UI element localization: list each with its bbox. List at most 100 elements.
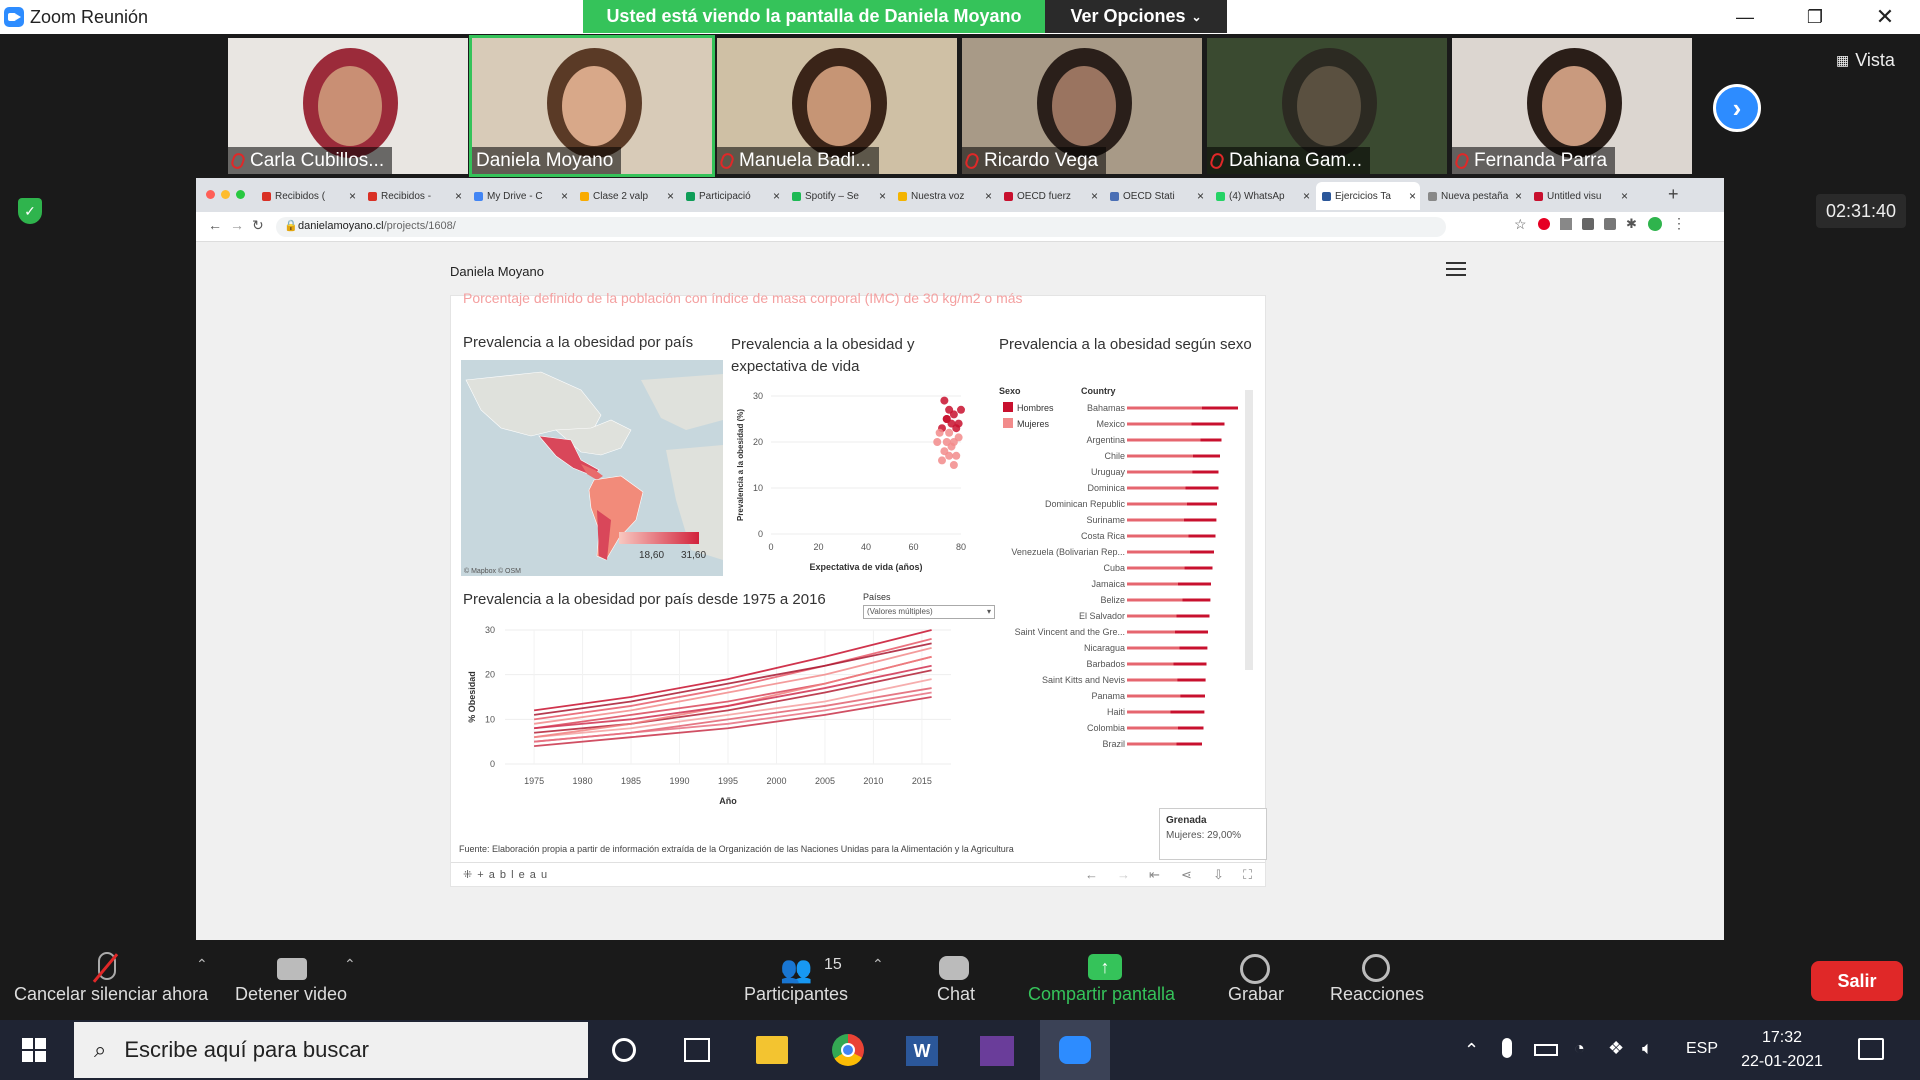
browser-tab[interactable]: Recibidos - × xyxy=(362,182,466,210)
tab-close-icon[interactable]: × xyxy=(455,189,462,203)
tab-close-icon[interactable]: × xyxy=(1515,189,1522,203)
view-button[interactable]: ▦ Vista xyxy=(1836,50,1895,71)
scatter-point[interactable] xyxy=(945,451,954,460)
record-button[interactable]: Grabar xyxy=(1228,950,1284,1005)
scatter-point[interactable] xyxy=(945,428,954,437)
browser-tab[interactable]: Ejercicios Ta × xyxy=(1316,182,1420,210)
line-series[interactable] xyxy=(533,655,932,739)
scrollbar[interactable] xyxy=(1245,390,1253,670)
wifi-icon[interactable]: ◔ xyxy=(1574,1038,1585,1059)
browser-tab[interactable]: (4) WhatsAp × xyxy=(1210,182,1314,210)
stop-video-button[interactable]: Detener video xyxy=(235,950,347,1005)
mail-extension-icon[interactable] xyxy=(1604,218,1616,230)
tab-close-icon[interactable]: × xyxy=(1091,189,1098,203)
scatter-point[interactable] xyxy=(940,396,949,405)
browser-tab[interactable]: Nueva pestaña × xyxy=(1422,182,1526,210)
tab-close-icon[interactable]: × xyxy=(1197,189,1204,203)
download-icon[interactable]: ⇩ xyxy=(1213,867,1224,883)
tab-close-icon[interactable]: × xyxy=(1303,189,1310,203)
browser-tab[interactable]: Participació × xyxy=(680,182,784,210)
scatter-point[interactable] xyxy=(954,419,963,428)
scatter-point[interactable] xyxy=(933,438,942,446)
browser-tab[interactable]: Clase 2 valp × xyxy=(574,182,678,210)
participant-tile[interactable]: Daniela Moyano xyxy=(469,35,715,177)
zoom-taskbar-button[interactable] xyxy=(1040,1020,1110,1080)
pinterest-extension-icon[interactable] xyxy=(1538,218,1550,230)
tab-close-icon[interactable]: × xyxy=(879,189,886,203)
volume-icon[interactable]: 🔈︎ xyxy=(1642,1038,1653,1059)
fullscreen-icon[interactable]: ⛶ xyxy=(1243,867,1252,883)
participants-button[interactable]: 👥 15 Participantes xyxy=(744,950,848,1005)
tab-close-icon[interactable]: × xyxy=(561,189,568,203)
tab-close-icon[interactable]: × xyxy=(773,189,780,203)
file-explorer-icon[interactable] xyxy=(756,1036,788,1064)
tab-close-icon[interactable]: × xyxy=(667,189,674,203)
extension-icon[interactable] xyxy=(1582,218,1594,230)
participant-tile[interactable]: Ricardo Vega xyxy=(962,38,1202,174)
chrome-icon[interactable] xyxy=(832,1034,864,1066)
microphone-tray-icon[interactable] xyxy=(1502,1038,1512,1058)
notifications-icon[interactable] xyxy=(1858,1038,1884,1060)
minimize-button[interactable]: — xyxy=(1710,0,1780,34)
revert-icon[interactable]: ⇤ xyxy=(1149,867,1160,883)
close-button[interactable]: ✕ xyxy=(1850,0,1920,34)
word-icon[interactable]: W xyxy=(906,1036,938,1066)
dropbox-icon[interactable]: ❖ xyxy=(1608,1038,1624,1059)
scatter-point[interactable] xyxy=(957,405,965,414)
scatter-point[interactable] xyxy=(938,456,946,465)
site-owner-name[interactable]: Daniela Moyano xyxy=(450,264,544,279)
browser-tab[interactable]: OECD fuerz × xyxy=(998,182,1102,210)
tab-close-icon[interactable]: × xyxy=(1621,189,1628,203)
participant-tile[interactable]: Carla Cubillos... xyxy=(228,38,468,174)
share-icon[interactable]: ⋖ xyxy=(1181,867,1192,883)
scatter-point[interactable] xyxy=(952,451,961,460)
scatter-point[interactable] xyxy=(935,428,944,437)
cortana-icon[interactable] xyxy=(612,1038,636,1062)
share-screen-button[interactable]: ↑ Compartir pantalla xyxy=(1028,950,1175,1005)
tab-close-icon[interactable]: × xyxy=(985,189,992,203)
restore-button[interactable]: ❐ xyxy=(1780,0,1850,34)
mac-close-dot[interactable] xyxy=(206,190,215,199)
browser-tab[interactable]: Nuestra voz × xyxy=(892,182,996,210)
scatter-chart[interactable]: 0 10 20 30 0 20 40 60 80 Expectativa de vida (año… xyxy=(731,384,971,574)
sex-bar-chart[interactable]: Sexo Country Hombres Mujeres Bahamas Mexico Ar… xyxy=(997,382,1263,752)
chevron-up-icon[interactable]: ⌃ xyxy=(1464,1040,1479,1061)
hamburger-menu-icon[interactable] xyxy=(1446,260,1466,276)
puzzle-icon[interactable]: ✱ xyxy=(1626,216,1637,232)
scatter-point[interactable] xyxy=(942,415,951,423)
forward-arrow-icon[interactable]: → xyxy=(230,217,244,233)
tab-close-icon[interactable]: × xyxy=(1409,189,1416,203)
chevron-up-icon[interactable]: ⌃ xyxy=(872,956,884,973)
line-chart[interactable]: 0 10 20 30 1975 1980 1985 1990 1995 2000 2005 2010 2… xyxy=(461,614,981,814)
chevron-up-icon[interactable]: ⌃ xyxy=(344,956,356,973)
browser-tab[interactable]: My Drive - C × xyxy=(468,182,572,210)
encryption-shield-icon[interactable]: ✓ xyxy=(18,198,42,224)
chat-button[interactable]: Chat xyxy=(937,950,975,1005)
leave-meeting-button[interactable]: Salir xyxy=(1811,961,1903,1001)
tableau-logo[interactable]: ⁜ + a b l e a u xyxy=(463,868,548,881)
url-input[interactable]: 🔒 danielamoyano.cl/projects/1608/ xyxy=(276,217,1446,237)
unmute-button[interactable]: Cancelar silenciar ahora xyxy=(14,950,208,1005)
redo-icon[interactable]: → xyxy=(1117,867,1130,882)
participant-tile[interactable]: Dahiana Gam... xyxy=(1207,38,1447,174)
browser-tab[interactable]: Untitled visu × xyxy=(1528,182,1632,210)
scatter-point[interactable] xyxy=(949,461,958,469)
new-tab-button[interactable]: + xyxy=(1668,184,1679,205)
taskbar-clock[interactable]: 17:32 22-01-2021 xyxy=(1730,1026,1834,1074)
profile-avatar[interactable] xyxy=(1648,217,1662,231)
bookmark-star-icon[interactable]: ☆ xyxy=(1514,216,1527,233)
extension-icon[interactable] xyxy=(1560,218,1572,230)
browser-tab[interactable]: OECD Stati × xyxy=(1104,182,1208,210)
back-arrow-icon[interactable]: ← xyxy=(208,217,222,233)
participant-tile[interactable]: Manuela Badi... xyxy=(717,38,957,174)
mac-zoom-dot[interactable] xyxy=(236,190,245,199)
windows-start-icon[interactable] xyxy=(22,1038,46,1062)
scatter-point[interactable] xyxy=(947,442,956,451)
app-icon[interactable] xyxy=(980,1036,1014,1066)
browser-tab[interactable]: Spotify – Se × xyxy=(786,182,890,210)
obesity-map[interactable]: 18,60 31,60 © Mapbox © OSM xyxy=(461,360,723,576)
participant-tile[interactable]: Fernanda Parra xyxy=(1452,38,1692,174)
battery-icon[interactable] xyxy=(1534,1044,1558,1056)
task-view-icon[interactable] xyxy=(684,1038,710,1062)
undo-icon[interactable]: ← xyxy=(1085,867,1098,882)
